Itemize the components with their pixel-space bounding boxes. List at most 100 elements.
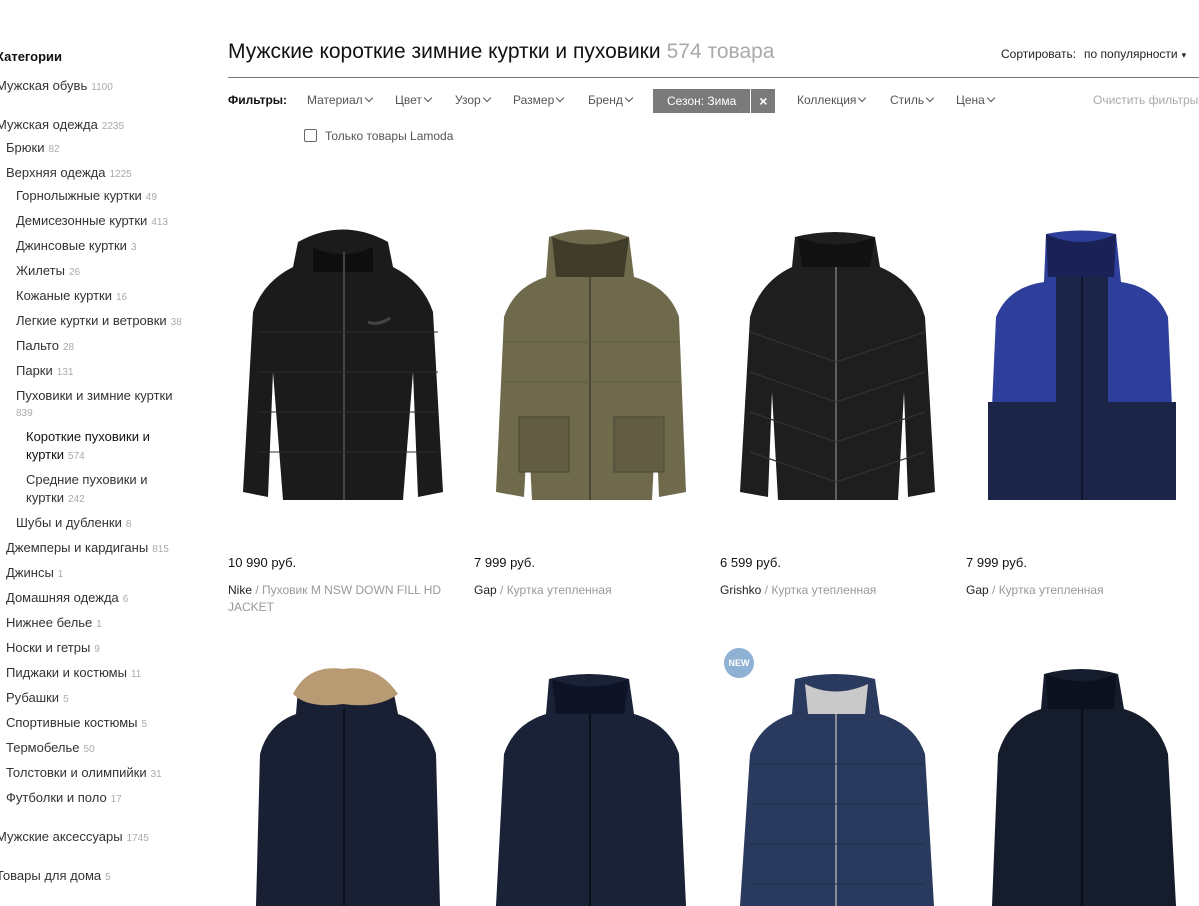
sort-select[interactable]: по популярности ▾ [1084,47,1186,61]
product-image[interactable] [474,222,714,522]
page: Категории Мужская обувь 1100 Мужская одеж… [0,0,1199,906]
product-brand: Nike [228,583,253,597]
sidebar-item-label: Средние пуховики и куртки [26,472,148,505]
product-brand: Gap [474,583,497,597]
filter-label: Коллекция [797,93,857,107]
filter-price[interactable]: Цена [956,93,996,107]
sidebar-item-thermal-underwear[interactable]: Термобелье 50 [6,739,95,759]
filter-bar: Фильтры: Материал Цвет Узор Размер Бренд… [228,89,1199,113]
product-image[interactable] [474,664,714,906]
checkbox-icon[interactable] [304,129,317,142]
sidebar-item-trousers[interactable]: Брюки 82 [6,139,60,159]
sidebar-item-label: Брюки [6,140,45,155]
sidebar-item-count: 17 [110,794,122,805]
sidebar-item-light-jackets[interactable]: Легкие куртки и ветровки 38 [16,312,182,332]
product-name[interactable]: Nike / Пуховик M NSW DOWN FILL HD JACKET [228,582,468,616]
sidebar-item-count: 5 [105,872,111,883]
sidebar-item-socks[interactable]: Носки и гетры 9 [6,639,100,659]
sidebar-item-parkas[interactable]: Парки 131 [16,362,73,382]
sidebar-item-tracksuits[interactable]: Спортивные костюмы 5 [6,714,147,734]
chevron-down-icon [556,93,565,103]
sidebar-item-count: 31 [150,769,162,780]
sidebar-item-count: 839 [16,408,33,419]
sidebar-item-coats[interactable]: Пальто 28 [16,337,74,357]
sidebar-item-count: 2235 [101,121,125,132]
sidebar-item-shirts[interactable]: Рубашки 5 [6,689,69,709]
filter-material[interactable]: Материал [307,93,373,107]
sidebar-item-mens-accessories[interactable]: Мужские аксессуары 1745 [0,828,149,848]
lamoda-only-checkbox[interactable]: Только товары Lamoda [304,129,453,143]
sidebar-item-count: 1 [57,569,64,580]
filter-color[interactable]: Цвет [395,93,433,107]
active-filter-label[interactable]: Сезон: Зима [653,89,751,113]
sidebar-item-homewear[interactable]: Домашняя одежда 6 [6,589,128,609]
product-title: / Пуховик M NSW DOWN FILL HD JACKET [228,583,442,614]
sidebar-item-label: Верхняя одежда [6,165,106,180]
sidebar-item-label: Пиджаки и костюмы [6,665,127,680]
chevron-down-icon [423,93,433,103]
sidebar-item-suits[interactable]: Пиджаки и костюмы 11 [6,664,141,684]
sidebar-item-count: 11 [130,669,142,680]
sidebar-item-mid-down-jackets[interactable]: Средние пуховики и куртки 242 [26,471,166,509]
sidebar-item-jumpers[interactable]: Джемперы и кардиганы 815 [6,539,169,559]
sidebar-item-mens-clothing[interactable]: Мужская одежда 2235 [0,116,124,136]
sidebar-item-tshirts[interactable]: Футболки и поло 17 [6,789,122,809]
sidebar-item-leather-jackets[interactable]: Кожаные куртки 16 [16,287,127,307]
sidebar-item-count: 26 [68,267,81,278]
sidebar-item-label: Пуховики и зимние куртки [16,388,173,403]
sidebar-item-short-down-jackets[interactable]: Короткие пуховики и куртки 574 [26,428,166,466]
clear-filters-link[interactable]: Очистить фильтры [1093,93,1198,107]
product-name[interactable]: Grishko / Куртка утепленная [720,582,960,599]
sidebar-item-demiseason-jackets[interactable]: Демисезонные куртки 413 [16,212,168,232]
product-name[interactable]: Gap / Куртка утепленная [474,582,714,599]
sidebar-item-label: Нижнее белье [6,615,93,630]
new-badge: NEW [724,648,754,678]
sidebar-item-vests[interactable]: Жилеты 26 [16,262,80,282]
filter-collection[interactable]: Коллекция [797,93,867,107]
product-image[interactable] [966,222,1199,522]
sidebar-item-label: Мужские аксессуары [0,829,123,844]
sidebar-item-count: 50 [83,744,95,755]
filter-brand[interactable]: Бренд [588,93,634,107]
sidebar-item-jeans[interactable]: Джинсы 1 [6,564,63,584]
sidebar-item-home-goods[interactable]: Товары для дома 5 [0,867,111,887]
filter-style[interactable]: Стиль [890,93,935,107]
filter-pattern[interactable]: Узор [455,93,491,107]
filters-label: Фильтры: [228,93,288,107]
sidebar-item-fur-coats[interactable]: Шубы и дубленки 8 [16,514,131,534]
sidebar-item-label: Джинсы [6,565,54,580]
sidebar-item-ski-jackets[interactable]: Горнолыжные куртки 49 [16,187,157,207]
sidebar-item-down-winter-jackets[interactable]: Пуховики и зимние куртки 839 [16,387,186,423]
sidebar-item-outerwear[interactable]: Верхняя одежда 1225 [6,164,132,184]
sidebar-item-label: Домашняя одежда [6,590,119,605]
sidebar-item-count: 815 [152,544,169,555]
sidebar-item-count: 38 [170,317,182,328]
sidebar-item-count: 28 [62,342,75,353]
sidebar-item-mens-shoes[interactable]: Мужская обувь 1100 [0,77,113,97]
sidebar-item-label: Жилеты [16,263,65,278]
product-name[interactable]: Gap / Куртка утепленная [966,582,1199,599]
close-icon[interactable]: × [751,89,776,113]
sidebar-item-label: Мужская одежда [0,117,98,132]
product-image[interactable] [720,664,960,906]
sidebar-item-label: Кожаные куртки [16,288,112,303]
sidebar-item-label: Парки [16,363,53,378]
sidebar-item-denim-jackets[interactable]: Джинсовые куртки 3 [16,237,137,257]
sidebar-item-underwear[interactable]: Нижнее белье 1 [6,614,102,634]
sort-control: Сортировать: по популярности ▾ [1001,47,1186,61]
sidebar-item-label: Пальто [16,338,59,353]
product-image[interactable] [228,664,468,906]
product-image[interactable] [966,664,1199,906]
product-price: 7 999 руб. [966,555,1027,570]
sidebar-item-sweatshirts[interactable]: Толстовки и олимпийки 31 [6,764,162,784]
sidebar-item-label: Короткие пуховики и куртки [26,429,150,462]
product-title: / Куртка утепленная [761,583,877,597]
product-title: / Куртка утепленная [988,583,1104,597]
sidebar-item-count: 242 [68,494,85,505]
product-image[interactable] [720,222,960,522]
filter-size[interactable]: Размер [513,93,565,107]
sidebar-item-label: Толстовки и олимпийки [6,765,147,780]
sidebar-item-count: 82 [48,144,60,155]
sidebar-item-count: 3 [130,242,137,253]
product-image[interactable] [228,222,468,522]
